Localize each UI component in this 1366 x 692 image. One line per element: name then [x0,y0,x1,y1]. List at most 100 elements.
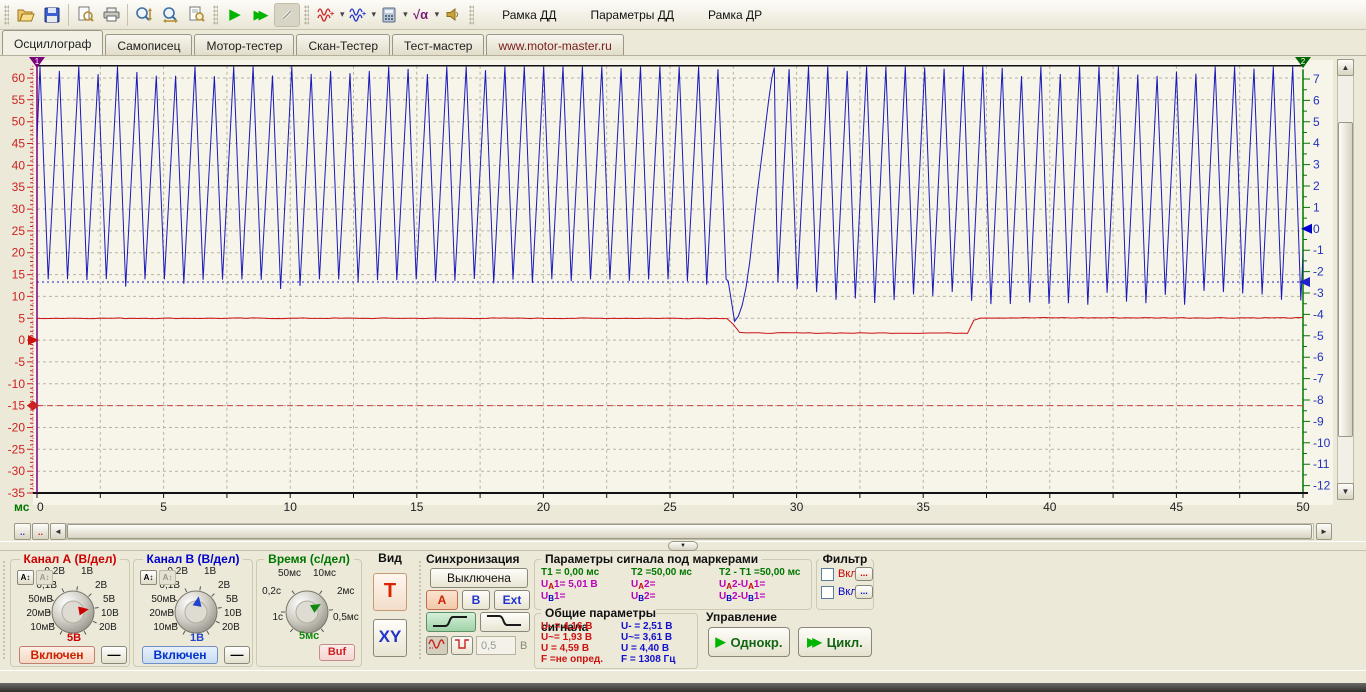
toolbar-grip[interactable] [4,5,9,25]
right-axis-label: -2 [1313,265,1324,279]
left-axis-label: 0 [18,333,25,347]
edit-button[interactable] [274,3,300,27]
tab-самописец[interactable]: Самописец [105,34,192,55]
left-axis-label: 5 [18,311,25,325]
right-axis-label: -7 [1313,372,1324,386]
marker-dots-button-1[interactable]: .. [14,523,31,540]
toolbar-grip[interactable] [304,5,309,25]
run-cycle-icon: ▶▶ [254,8,269,21]
right-axis-label: 3 [1313,158,1320,172]
channel-b-autoset-button-2[interactable]: А↕ [159,570,176,585]
scroll-up-button[interactable]: ▲ [1337,59,1354,76]
sync-source-в[interactable]: В [462,590,490,610]
menu-item-2[interactable]: Рамка ДР [698,4,772,26]
filter-title: Фильтр [817,552,873,566]
left-axis-label: -5 [14,355,25,369]
menu-item-1[interactable]: Параметры ДД [580,4,684,26]
panel-grip[interactable] [418,560,423,660]
math-button[interactable]: √α [408,3,434,27]
x-axis-label: 30 [790,500,804,514]
time-title: Время (с/дел) [257,552,361,566]
collapse-panel-button[interactable]: ▼ [668,541,698,551]
sync-source-ext[interactable]: Ext [494,590,530,610]
sync-pulse-mode-button[interactable] [451,636,473,655]
tab-осциллограф[interactable]: Осциллограф [2,30,103,55]
scroll-left-button[interactable]: ◄ [50,523,66,540]
vertical-scrollbar-thumb[interactable] [1338,122,1353,437]
zoom-page-button[interactable] [183,3,209,27]
channel-b-power-button[interactable]: Включен [142,646,218,664]
run-single-button[interactable]: ▶ [222,3,248,27]
toolbar-grip[interactable] [469,5,474,25]
channel-a-autoset-button-1[interactable]: А↕ [17,570,34,585]
view-t-button[interactable]: T [373,573,407,611]
x-axis-label: 20 [537,500,551,514]
channel-a-power-button[interactable]: Включен [19,646,95,664]
oscilloscope-display: 605550454035302520151050-5-10-15-20-25-3… [0,55,1366,523]
signal-a-dropdown[interactable]: ▾ [340,9,345,20]
channel-a-autoset-button-2[interactable]: А↕ [36,570,53,585]
rising-edge-icon [429,613,473,629]
open-file-button[interactable] [13,3,39,27]
general-param-a: F =не опред. [541,654,603,665]
status-bar [0,670,1366,683]
view-xy-button[interactable]: XY [373,619,407,657]
run-once-button[interactable]: ▶Однокр. [708,627,790,657]
run-cycle-button[interactable]: ▶▶ [248,3,274,27]
marker-dots-button-2[interactable]: .. [32,523,49,540]
calculator-button[interactable] [376,3,402,27]
right-axis-label: -11 [1313,457,1330,471]
signal-a-button[interactable]: + [313,3,339,27]
sync-panel: Синхронизация Выключена В АВExt [426,552,532,667]
sync-source-а[interactable]: А [426,590,458,610]
filter-checkbox-2[interactable] [821,586,834,599]
marker-ub-value: UВ1= [541,591,565,603]
filter-checkbox-1[interactable] [821,568,834,581]
channel-b-knob-label: 20мВ [149,608,174,619]
sound-button[interactable] [439,3,465,27]
horizontal-scrollbar-thumb[interactable] [67,524,1312,539]
sync-rising-edge-button[interactable] [426,612,476,632]
sync-off-button[interactable]: Выключена [430,568,528,588]
general-param-b: U = 4,40 В [621,643,669,654]
view-title: Вид [368,551,412,565]
sync-sine-mode-button[interactable] [426,636,448,655]
time-knob-label: 10мс [313,568,336,579]
zoom-horizontal-button[interactable] [157,3,183,27]
menu-item-0[interactable]: Рамка ДД [492,4,566,26]
right-axis-label: -10 [1313,436,1331,450]
save-button[interactable] [39,3,65,27]
scroll-down-button[interactable]: ▼ [1337,483,1354,500]
print-button[interactable] [98,3,124,27]
tab-www-motor-master-ru[interactable]: www.motor-master.ru [486,34,623,55]
scroll-right-button[interactable]: ► [1316,523,1332,540]
zoom-horizontal-icon [161,7,180,23]
right-axis-label: -3 [1313,286,1324,300]
tab-мотор-тестер[interactable]: Мотор-тестер [194,34,294,55]
buffer-button[interactable]: Buf [319,644,355,661]
channel-b-invert-button[interactable]: — [224,646,250,664]
sync-title: Синхронизация [426,552,520,566]
x-axis-label: 25 [663,500,677,514]
print-preview-icon [77,6,94,23]
print-preview-button[interactable] [72,3,98,27]
sync-level-input[interactable] [476,636,516,655]
tab-тест-мастер[interactable]: Тест-мастер [392,34,484,55]
channel-a-knob-label: 10В [101,608,119,619]
panel-grip[interactable] [2,560,7,660]
print-icon [103,7,120,22]
channel-b-autoset-button-1[interactable]: А↕ [140,570,157,585]
time-knob-label: 50мс [278,568,301,579]
filter-more-button-1[interactable]: ... [855,567,873,581]
toolbar-grip[interactable] [213,5,218,25]
sync-falling-edge-button[interactable] [480,612,530,632]
signal-b-button[interactable]: + [345,3,371,27]
tab-скан-тестер[interactable]: Скан-Тестер [296,34,390,55]
channel-a-selected-value: 5В [67,632,81,644]
filter-more-button-2[interactable]: ... [855,585,873,599]
calculator-dropdown[interactable]: ▾ [403,9,408,20]
run-cycle-button[interactable]: ▶▶Цикл. [798,627,872,657]
window-edge [0,683,1366,692]
zoom-vertical-button[interactable] [131,3,157,27]
channel-a-invert-button[interactable]: — [101,646,127,664]
